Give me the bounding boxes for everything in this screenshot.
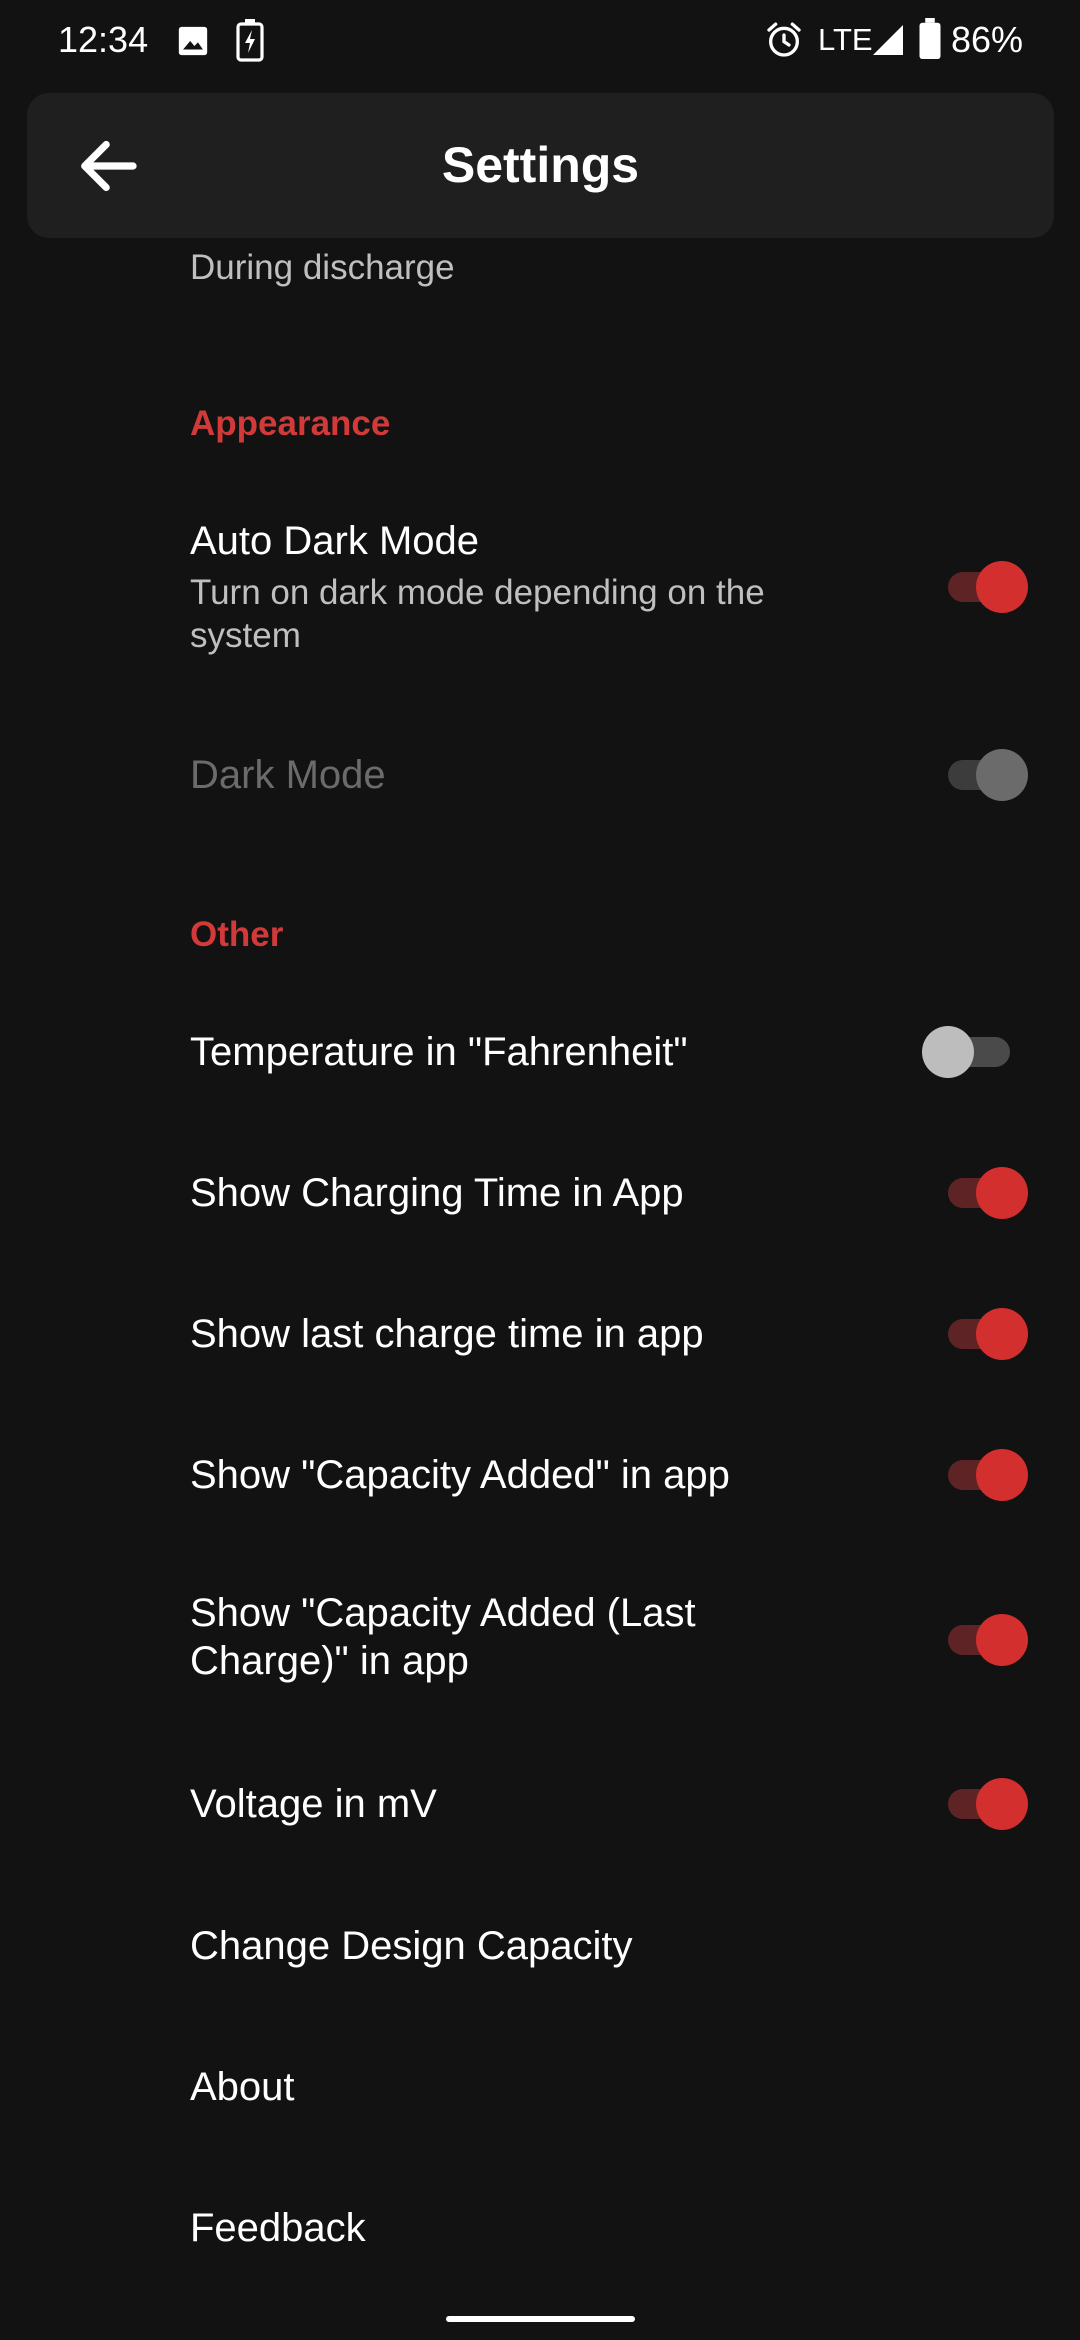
charging-time-switch[interactable]: [938, 1164, 1028, 1220]
page-title: Settings: [441, 137, 640, 193]
voltage-mv-switch[interactable]: [938, 1775, 1028, 1831]
about-title: About: [190, 2065, 295, 2109]
capacity-added-last-charge-preference[interactable]: Show "Capacity Added (Last Charge)" in a…: [0, 1564, 1080, 1714]
fahrenheit-switch[interactable]: [922, 1023, 1018, 1079]
app-bar: Settings: [27, 93, 1054, 238]
feedback-title: Feedback: [190, 2206, 366, 2250]
dark-mode-title: Dark Mode: [190, 753, 386, 797]
dark-mode-switch: [938, 746, 1028, 802]
switch-thumb: [976, 1449, 1028, 1501]
change-design-capacity-item[interactable]: Change Design Capacity: [0, 1894, 1080, 1998]
alarm-icon: [767, 22, 801, 57]
voltage-mv-title: Voltage in mV: [190, 1782, 437, 1826]
dark-mode-preference: Dark Mode: [0, 720, 1080, 830]
capacity-added-preference[interactable]: Show "Capacity Added" in app: [0, 1423, 1080, 1527]
capacity-added-last-charge-title: Show "Capacity Added (Last Charge)" in a…: [190, 1591, 696, 1683]
feedback-item[interactable]: Feedback: [0, 2176, 1080, 2280]
discharge-summary: During discharge: [190, 248, 455, 287]
battery-charging-icon: [236, 19, 264, 62]
back-button[interactable]: [65, 123, 151, 209]
last-charge-time-preference[interactable]: Show last charge time in app: [0, 1282, 1080, 1386]
auto-dark-mode-preference[interactable]: Auto Dark Mode Turn on dark mode dependi…: [0, 500, 1080, 680]
fahrenheit-title: Temperature in "Fahrenheit": [190, 1030, 688, 1074]
switch-thumb: [976, 1308, 1028, 1360]
signal-icon: [873, 25, 903, 55]
auto-dark-mode-title: Auto Dark Mode: [190, 519, 480, 563]
capacity-added-switch[interactable]: [938, 1446, 1028, 1502]
switch-thumb: [976, 1614, 1028, 1666]
home-indicator[interactable]: [446, 2316, 635, 2322]
charging-time-preference[interactable]: Show Charging Time in App: [0, 1141, 1080, 1245]
section-header-other: Other: [190, 915, 284, 954]
switch-thumb: [976, 749, 1028, 801]
about-item[interactable]: About: [0, 2035, 1080, 2139]
auto-dark-mode-switch[interactable]: [938, 558, 1028, 614]
capacity-added-title: Show "Capacity Added" in app: [190, 1453, 730, 1497]
network-type: LTE: [818, 22, 873, 57]
last-charge-time-switch[interactable]: [938, 1305, 1028, 1361]
switch-thumb: [976, 1778, 1028, 1830]
battery-percentage: 86%: [951, 19, 1024, 60]
switch-thumb: [922, 1026, 974, 1078]
voltage-mv-preference[interactable]: Voltage in mV: [0, 1752, 1080, 1856]
auto-dark-mode-summary: Turn on dark mode depending on the syste…: [190, 573, 765, 655]
image-icon: [178, 26, 208, 56]
switch-thumb: [976, 1167, 1028, 1219]
arrow-back-icon: [81, 140, 137, 192]
capacity-added-last-charge-switch[interactable]: [938, 1611, 1028, 1667]
charging-time-title: Show Charging Time in App: [190, 1171, 684, 1215]
switch-thumb: [976, 561, 1028, 613]
change-design-capacity-title: Change Design Capacity: [190, 1924, 633, 1968]
section-header-appearance: Appearance: [190, 404, 391, 443]
last-charge-time-title: Show last charge time in app: [190, 1312, 704, 1356]
fahrenheit-preference[interactable]: Temperature in "Fahrenheit": [0, 1000, 1080, 1104]
status-time: 12:34: [58, 19, 149, 60]
status-bar: 12:34 LTE 86%: [0, 0, 1080, 84]
battery-icon: [919, 18, 941, 60]
